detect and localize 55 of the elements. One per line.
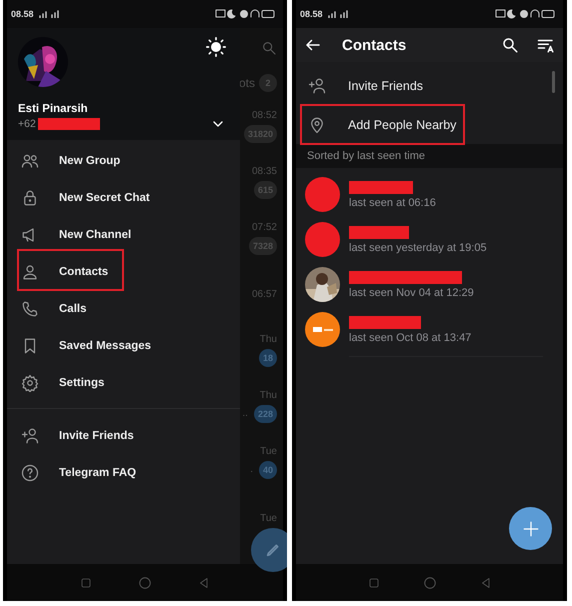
menu-item[interactable]: Saved Messages [21,327,240,364]
message-preview: . [250,464,253,475]
phone-number: +62 [18,118,36,130]
chat-time: 08:35 [252,166,277,176]
theme-sun-icon[interactable] [206,37,226,57]
chat-time: 07:52 [252,222,277,232]
last-seen-text: last seen yesterday at 19:05 [349,242,487,254]
compose-button[interactable] [251,528,287,572]
user-name: Esti Pinarsih [18,103,89,115]
chat-time: Tue [260,512,277,524]
plus-icon [522,520,540,538]
action-item[interactable]: Add People Nearby [308,105,563,144]
add-person-icon [308,76,326,94]
section-header: Sorted by last seen time [307,150,426,162]
contact-row[interactable]: last seen yesterday at 19:05 [296,217,563,262]
last-seen-text: last seen Oct 08 at 13:47 [349,332,472,344]
person-icon [21,262,39,280]
menu-item[interactable]: Invite Friends [21,417,240,454]
action-item[interactable]: Invite Friends [308,66,563,105]
help-icon [21,464,39,482]
status-time: 08.58 [11,9,34,19]
menu-item[interactable]: Telegram FAQ [21,454,240,491]
menu-item[interactable]: New Group [21,142,240,179]
status-icons [215,9,275,19]
message-preview: .. [242,408,248,419]
menu-item[interactable]: New Secret Chat [21,179,240,216]
phone-icon [21,300,39,318]
scrollbar [552,71,555,93]
pencil-icon [265,542,281,558]
menu-item[interactable]: Contacts [21,253,240,290]
chat-time: 08:52 [252,110,277,120]
menu-item[interactable]: Settings [21,364,240,401]
chat-time: Thu [260,390,277,400]
back-icon[interactable] [198,576,210,588]
contact-row[interactable]: last seen at 06:16 [296,172,563,217]
last-seen-text: last seen Nov 04 at 12:29 [349,286,474,298]
status-time: 08.58 [300,9,323,19]
location-pin-icon [308,116,326,134]
search-icon[interactable] [501,36,519,54]
settings-icon [21,374,39,392]
last-seen-text: last seen at 06:16 [349,196,436,208]
status-icons [495,9,555,19]
chat-time: 06:57 [252,288,277,300]
add-person-icon [21,426,39,444]
back-icon[interactable] [480,576,492,588]
lock-icon [21,188,39,206]
menu-item[interactable]: Calls [21,290,240,327]
home-icon[interactable] [138,576,152,590]
screen-title: Contacts [342,36,408,54]
chat-time: Tue [260,446,277,456]
menu-item[interactable]: New Channel [21,216,240,253]
contact-row[interactable]: last seen Oct 08 at 13:47 [296,307,563,352]
home-icon[interactable] [422,576,436,590]
contact-row[interactable]: last seen Nov 04 at 12:29 [296,262,563,307]
chat-time: Thu [260,334,277,344]
